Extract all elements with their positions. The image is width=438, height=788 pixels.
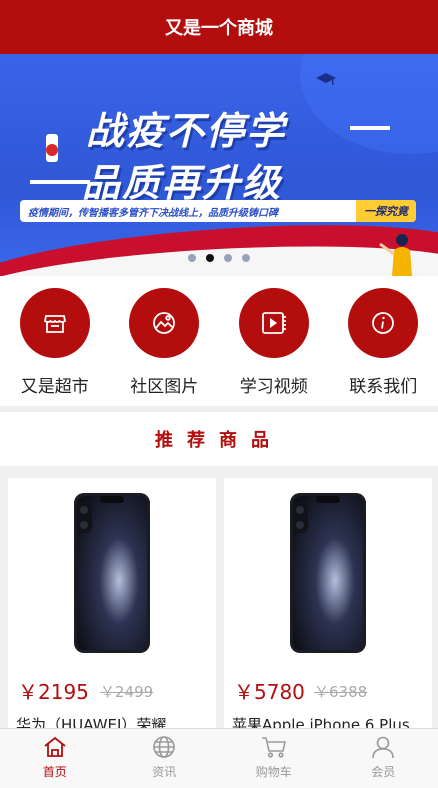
quick-entry-circle[interactable] (19, 288, 90, 358)
carousel-dot[interactable] (188, 254, 196, 262)
cart-icon (261, 737, 286, 758)
quick-entry-photos[interactable]: 社区图片 (110, 276, 220, 406)
banner-carousel[interactable]: 战疫不停学 品质再升级 疫情期间，传智播客多管齐下决战线上，品质升级铸口碑 一探… (0, 54, 438, 276)
bottom-tab-bar: 首页 资讯 购物车 会员 (0, 728, 438, 788)
tab-label: 首页 (42, 765, 67, 779)
phone-image (290, 493, 366, 653)
product-original-price: ￥6388 (314, 683, 368, 701)
banner-line (30, 180, 90, 184)
quick-entry-supermarket[interactable]: 又是超市 (0, 276, 110, 406)
recommend-title: 推荐商品 (155, 430, 283, 451)
product-price: ￥2195 (18, 680, 89, 704)
quick-entry-circle[interactable] (129, 288, 200, 358)
tab-label: 会员 (371, 765, 396, 779)
banner-strip: 疫情期间，传智播客多管齐下决战线上，品质升级铸口碑 一探究竟 (20, 200, 416, 222)
quick-entry-contact[interactable]: 联系我们 (329, 276, 438, 406)
banner-subheadline: 品质再升级 (82, 161, 283, 205)
user-icon (372, 736, 395, 759)
page-title: 又是一个商城 (165, 18, 273, 39)
quick-entry-label: 学习视频 (239, 377, 308, 397)
banner-line (350, 126, 390, 130)
product-image[interactable] (224, 478, 432, 668)
product-price: ￥5780 (234, 680, 305, 704)
banner-decoration (300, 54, 438, 154)
product-card[interactable]: ￥5780 ￥6388 苹果Apple iPhone 6 Plus (224, 478, 432, 748)
globe-icon (153, 736, 176, 758)
info-icon (372, 312, 395, 334)
product-image[interactable] (8, 478, 216, 668)
quick-entry-label: 联系我们 (349, 377, 418, 397)
tab-news[interactable]: 资讯 (110, 729, 220, 788)
home-icon (44, 736, 66, 757)
quick-entries: 又是超市 社区图片 学习视频 联系我们 (0, 276, 438, 406)
carousel-dot[interactable] (242, 254, 250, 262)
quick-entry-label: 社区图片 (130, 377, 199, 397)
carousel-indicators (0, 254, 438, 262)
store-icon (43, 315, 66, 333)
tab-home[interactable]: 首页 (0, 729, 110, 788)
quick-entry-label: 又是超市 (20, 377, 89, 397)
graduation-cap-icon (316, 73, 336, 85)
image-icon (153, 312, 176, 334)
tab-member[interactable]: 会员 (329, 729, 438, 788)
phone-image (74, 493, 150, 653)
app-header: 又是一个商城 (0, 0, 438, 54)
tab-label: 资讯 (152, 765, 177, 779)
banner-strip-text: 疫情期间，传智播客多管齐下决战线上，品质升级铸口碑 (28, 207, 278, 219)
quick-entry-circle[interactable] (238, 288, 309, 358)
explore-button[interactable]: 一探究竟 (356, 200, 416, 222)
tab-label: 购物车 (255, 765, 292, 779)
quick-entry-videos[interactable]: 学习视频 (219, 276, 329, 406)
quick-entry-circle[interactable] (348, 288, 419, 358)
carousel-dot[interactable] (224, 254, 232, 262)
product-card[interactable]: ￥2195 ￥2499 华为（HUAWEI）荣耀 (8, 478, 216, 748)
tab-cart[interactable]: 购物车 (219, 729, 329, 788)
diploma-icon (46, 134, 58, 162)
video-icon (261, 312, 286, 334)
product-original-price: ￥2499 (100, 683, 154, 701)
carousel-dot-active[interactable] (206, 254, 214, 262)
banner-headline: 战疫不停学 (86, 109, 287, 153)
